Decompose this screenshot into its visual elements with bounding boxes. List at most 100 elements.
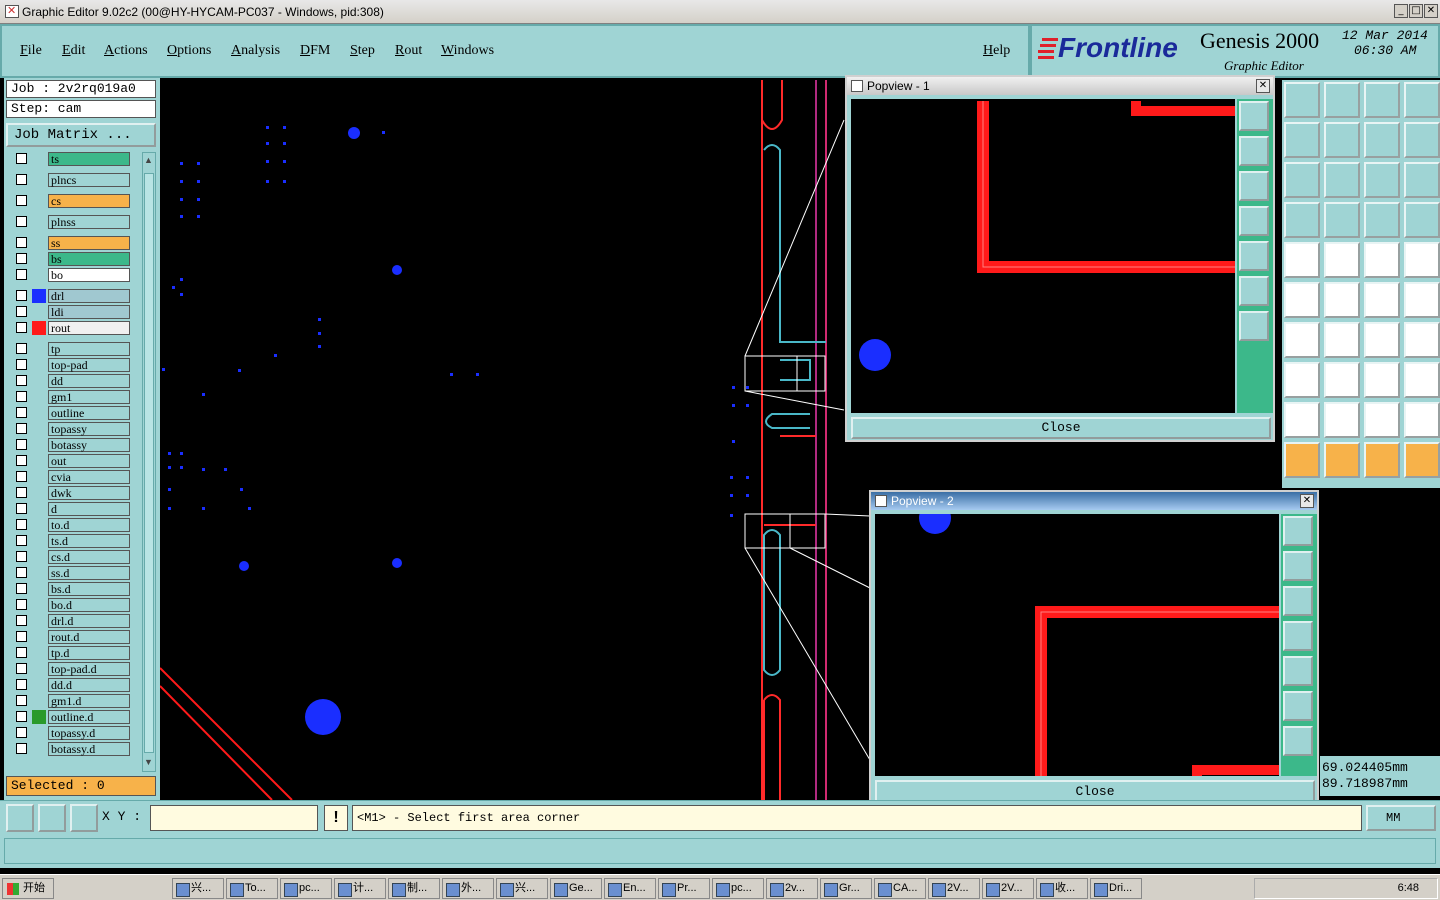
window-icon[interactable] — [1404, 82, 1440, 118]
layer-name[interactable]: tp.d — [48, 646, 130, 660]
layer-checkbox[interactable] — [16, 359, 27, 370]
route-icon[interactable] — [1404, 442, 1440, 478]
layer-checkbox[interactable] — [16, 551, 27, 562]
dash-icon[interactable] — [1324, 362, 1360, 398]
scroll-up-icon[interactable]: ▲ — [144, 155, 154, 167]
pan-down-icon[interactable] — [1283, 586, 1313, 616]
layer-checkbox[interactable] — [16, 679, 27, 690]
dimension-icon[interactable] — [1364, 362, 1400, 398]
popview-1-canvas[interactable] — [851, 99, 1235, 413]
layer-name[interactable]: out — [48, 454, 130, 468]
layer-name[interactable]: botassy — [48, 438, 130, 452]
layer-checkbox[interactable] — [16, 727, 27, 738]
layer-checkbox[interactable] — [16, 391, 27, 402]
layer-row-plncs[interactable]: plncs — [12, 173, 134, 187]
layer-row-outline-d[interactable]: outline.d — [12, 710, 134, 724]
layer-checkbox[interactable] — [16, 375, 27, 386]
layer-row-ts[interactable]: ts — [12, 152, 134, 166]
layer-name[interactable]: tp — [48, 342, 130, 356]
layer-row-rout[interactable]: rout — [12, 321, 134, 335]
clip-icon[interactable] — [1284, 202, 1320, 238]
grid-icon[interactable] — [70, 804, 98, 832]
layer-row-ss-d[interactable]: ss.d — [12, 566, 134, 580]
layer-name[interactable]: botassy.d — [48, 742, 130, 756]
xy-input[interactable] — [150, 805, 318, 831]
layer-row-tp-d[interactable]: tp.d — [12, 646, 134, 660]
taskbar-item[interactable]: Gr... — [820, 878, 872, 899]
layer-row-top-pad-d[interactable]: top-pad.d — [12, 662, 134, 676]
fit-icon[interactable] — [1284, 162, 1320, 198]
layer-row-ldi[interactable]: ldi — [12, 305, 134, 319]
layer-name[interactable]: cs — [48, 194, 130, 208]
layer-checkbox[interactable] — [16, 153, 27, 164]
snap-icon[interactable] — [1404, 122, 1440, 158]
layer-checkbox[interactable] — [16, 535, 27, 546]
layer-row-outline[interactable]: outline — [12, 406, 134, 420]
layer-row-cvia[interactable]: cvia — [12, 470, 134, 484]
menu-edit[interactable]: Edit — [62, 43, 85, 59]
circle-icon[interactable] — [1404, 242, 1440, 278]
pan-left-icon[interactable] — [1239, 206, 1269, 236]
layer-row-cs-d[interactable]: cs.d — [12, 550, 134, 564]
layer-checkbox[interactable] — [16, 503, 27, 514]
alert-icon[interactable]: ! — [324, 805, 348, 831]
layer-checkbox[interactable] — [16, 253, 27, 264]
layer-checkbox[interactable] — [16, 599, 27, 610]
connect-icon[interactable] — [1284, 282, 1320, 318]
taskbar-item[interactable]: pc... — [712, 878, 764, 899]
layer-name[interactable]: plnss — [48, 215, 130, 229]
layer-name[interactable]: top-pad — [48, 358, 130, 372]
layer-checkbox[interactable] — [16, 519, 27, 530]
text-a-icon[interactable] — [1324, 402, 1360, 438]
layer-name[interactable]: outline.d — [48, 710, 130, 724]
layer-name[interactable]: bs.d — [48, 582, 130, 596]
layer-name[interactable]: topassy — [48, 422, 130, 436]
popview-2-window[interactable]: Popview - 2 ✕ Close — [869, 490, 1319, 808]
layer-checkbox[interactable] — [16, 322, 27, 333]
zoom-out-icon[interactable] — [1283, 726, 1313, 756]
undo-icon[interactable] — [1364, 122, 1400, 158]
layer-checkbox[interactable] — [16, 663, 27, 674]
layer-row-drl-d[interactable]: drl.d — [12, 614, 134, 628]
layer-toggle-icon[interactable] — [1364, 202, 1400, 238]
layer-checkbox[interactable] — [16, 743, 27, 754]
zoom-in-icon[interactable] — [1283, 691, 1313, 721]
maximize-button[interactable]: □ — [1409, 4, 1423, 18]
layer-row-tp[interactable]: tp — [12, 342, 134, 356]
pointer-icon[interactable] — [1284, 442, 1320, 478]
layer-row-out[interactable]: out — [12, 454, 134, 468]
pointer-2-icon[interactable] — [1324, 442, 1360, 478]
zoom-right-icon[interactable] — [1324, 122, 1360, 158]
layer-checkbox[interactable] — [16, 407, 27, 418]
angle-icon[interactable] — [1284, 322, 1320, 358]
layer-name[interactable]: top-pad.d — [48, 662, 130, 676]
layer-checkbox[interactable] — [16, 269, 27, 280]
taskbar-item[interactable]: 收... — [1036, 878, 1088, 899]
taskbar-item[interactable]: 计... — [334, 878, 386, 899]
layer-name[interactable]: ss.d — [48, 566, 130, 580]
zoom-fit-icon[interactable] — [1283, 516, 1313, 546]
text-c-icon[interactable] — [1404, 402, 1440, 438]
layer-row-botassy[interactable]: botassy — [12, 438, 134, 452]
pad-select-icon[interactable] — [1284, 362, 1320, 398]
menu-rout[interactable]: Rout — [395, 43, 422, 59]
job-matrix-button[interactable]: Job Matrix ... — [6, 123, 156, 147]
menu-analysis[interactable]: Analysis — [231, 43, 280, 59]
layer-row-gm1-d[interactable]: gm1.d — [12, 694, 134, 708]
units-select[interactable]: MM — [1366, 805, 1436, 831]
layer-row-topassy[interactable]: topassy — [12, 422, 134, 436]
zoom-left-icon[interactable] — [1284, 122, 1320, 158]
menu-windows[interactable]: Windows — [441, 43, 494, 59]
pan-right-icon[interactable] — [1283, 656, 1313, 686]
grid-view-icon[interactable] — [1324, 202, 1360, 238]
taskbar-item[interactable]: 2V... — [928, 878, 980, 899]
layer-name[interactable]: gm1.d — [48, 694, 130, 708]
taskbar-item[interactable]: CA... — [874, 878, 926, 899]
menu-options[interactable]: Options — [167, 43, 211, 59]
zoom-in-icon[interactable] — [1239, 276, 1269, 306]
layer-row-ss[interactable]: ss — [12, 236, 134, 250]
layer-row-dd-d[interactable]: dd.d — [12, 678, 134, 692]
taskbar-item[interactable]: En... — [604, 878, 656, 899]
layer-row-plnss[interactable]: plnss — [12, 215, 134, 229]
scale-icon[interactable] — [1364, 162, 1400, 198]
